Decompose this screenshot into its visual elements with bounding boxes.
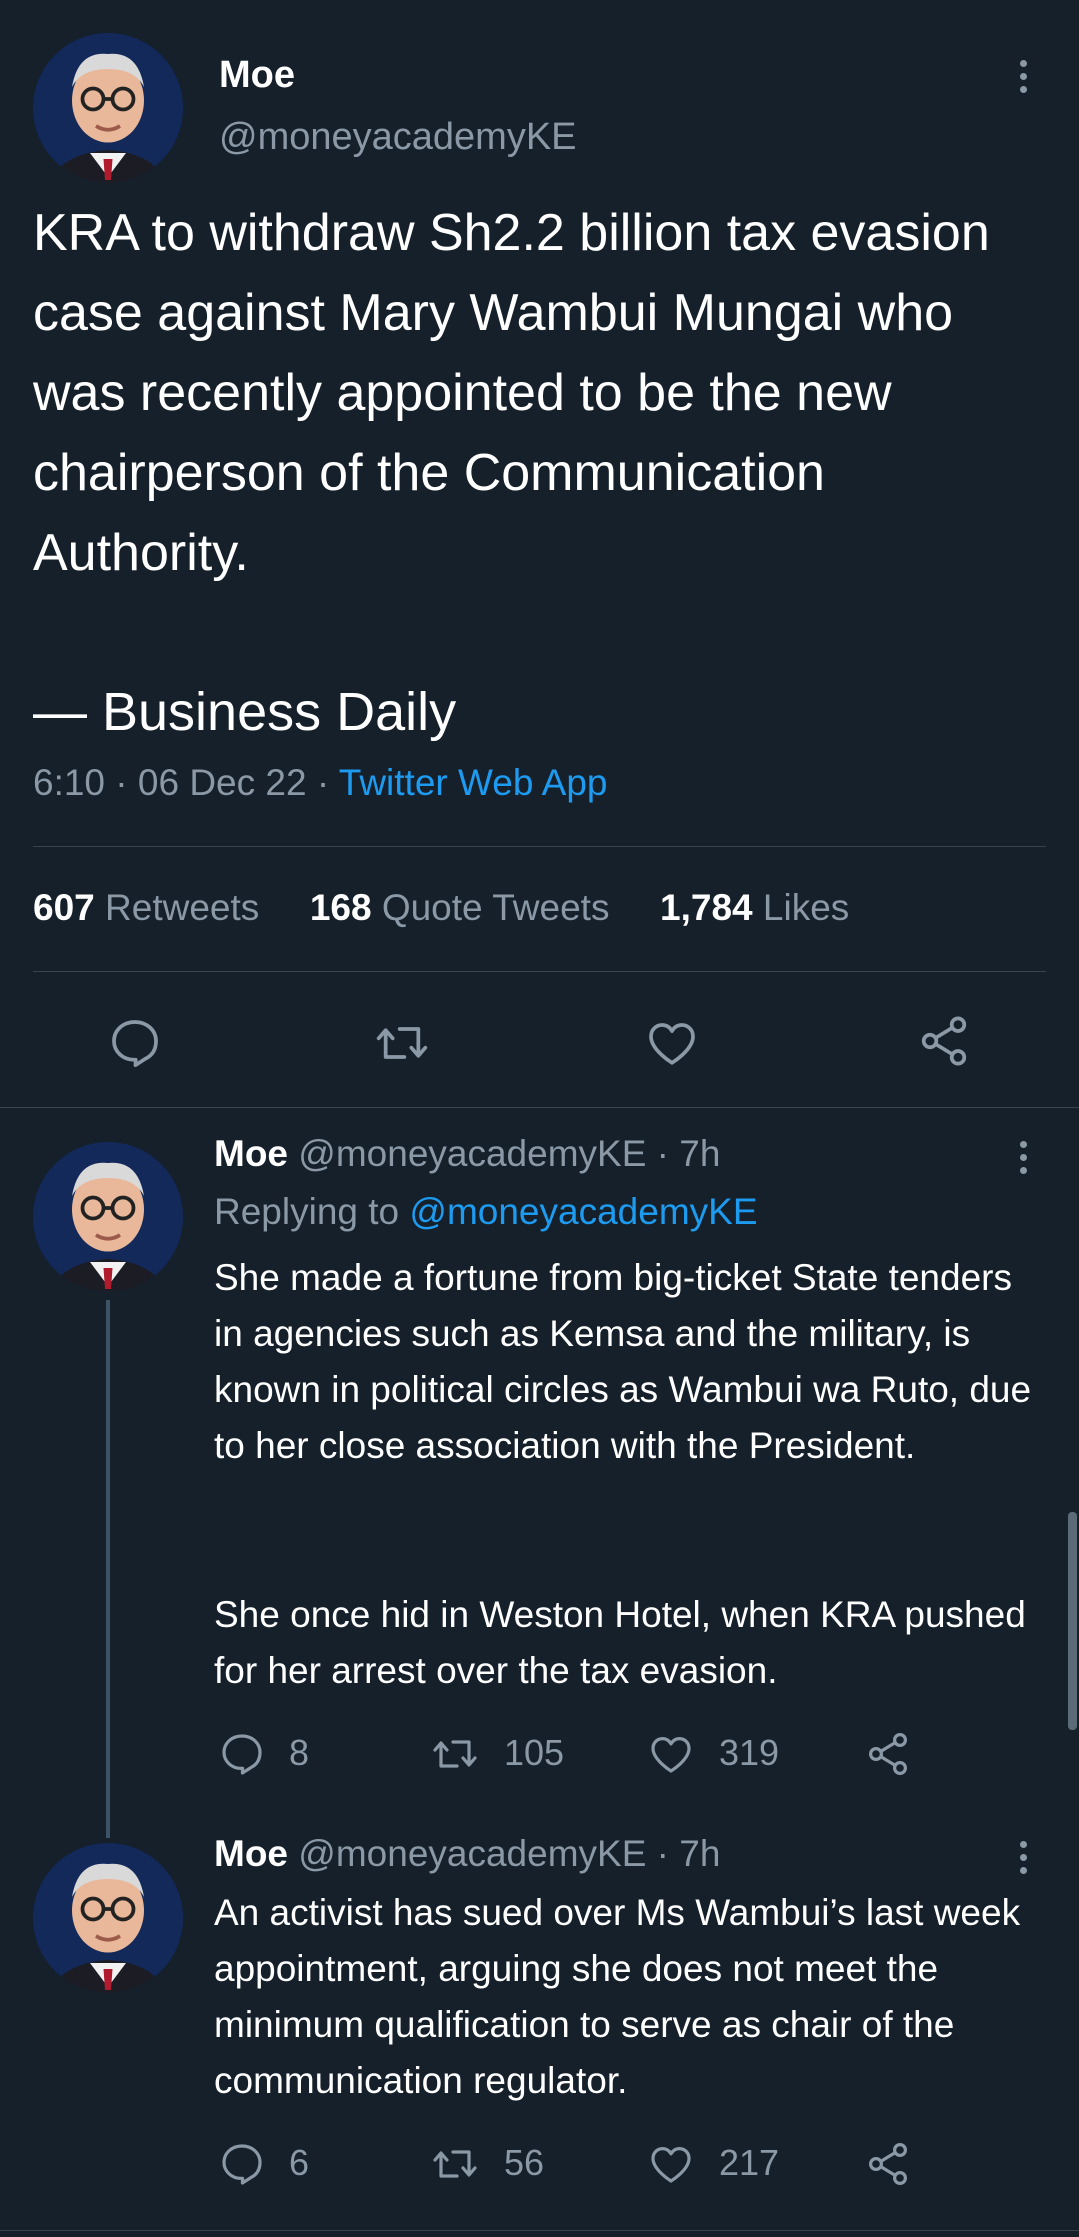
divider [33, 846, 1046, 847]
avatar[interactable] [33, 1843, 183, 1993]
author-name[interactable]: Moe [214, 1133, 288, 1174]
like-count: 319 [719, 1732, 780, 1773]
author-name[interactable]: Moe [219, 54, 295, 97]
author-handle[interactable]: @moneyacademyKE [219, 116, 577, 159]
profile-photo [33, 1142, 183, 1292]
likes-stat[interactable]: 1,784 Likes [660, 887, 849, 928]
reply-header: Moe @moneyacademyKE · 7h [214, 1833, 720, 1875]
quote-tweets-stat[interactable]: 168 Quote Tweets [310, 887, 610, 928]
tweet-client-link[interactable]: Twitter Web App [339, 762, 608, 803]
tweet-timestamp[interactable]: 6:10 · 06 Dec 22 · [33, 762, 339, 803]
share-icon[interactable] [864, 1728, 912, 1780]
replying-to-label: Replying to [214, 1191, 410, 1232]
quotes-count: 168 [309, 887, 372, 928]
reply-count: 6 [289, 2142, 310, 2183]
thread-line [106, 1300, 110, 1838]
like-count: 217 [719, 2142, 780, 2183]
share-icon[interactable] [916, 1011, 972, 1071]
tweet-meta: 6:10 · 06 Dec 22 · Twitter Web App [33, 762, 608, 804]
more-icon[interactable] [1017, 1841, 1029, 1880]
scrollbar[interactable] [1068, 1512, 1077, 1730]
more-icon[interactable] [1017, 1141, 1029, 1180]
retweet-icon[interactable] [429, 1730, 481, 1778]
likes-label: Likes [762, 887, 850, 928]
retweet-icon[interactable] [372, 1015, 432, 1071]
retweet-count: 56 [504, 2142, 545, 2183]
tweet-stats: 607 Retweets 168 Quote Tweets 1,784 Like… [33, 887, 849, 929]
more-icon[interactable] [1017, 60, 1029, 99]
reply-icon[interactable] [107, 1015, 163, 1071]
profile-photo [33, 33, 183, 183]
likes-count: 1,784 [660, 887, 753, 928]
reply-count: 8 [289, 1732, 310, 1773]
like-icon[interactable] [644, 1015, 700, 1071]
reply-header: Moe @moneyacademyKE · 7h [214, 1133, 720, 1175]
author-handle-time[interactable]: @moneyacademyKE · 7h [298, 1133, 720, 1174]
divider [33, 971, 1046, 972]
like-icon[interactable] [647, 2140, 695, 2188]
retweets-count: 607 [33, 887, 95, 928]
author-name[interactable]: Moe [214, 1833, 288, 1874]
tweet-text: KRA to withdraw Sh2.2 billion tax evasio… [33, 204, 990, 582]
quotes-label: Quote Tweets [381, 887, 610, 928]
share-icon[interactable] [864, 2138, 912, 2190]
author-handle-time[interactable]: @moneyacademyKE · 7h [298, 1833, 720, 1874]
like-icon[interactable] [647, 1730, 695, 1778]
divider [0, 2230, 1079, 2231]
retweet-icon[interactable] [429, 2140, 481, 2188]
retweet-count: 105 [504, 1732, 565, 1773]
replying-to: Replying to @moneyacademyKE [214, 1191, 758, 1233]
profile-photo [33, 1843, 183, 1993]
retweets-stat[interactable]: 607 Retweets [33, 887, 259, 928]
tweet-source-line: — Business Daily [33, 682, 457, 742]
avatar[interactable] [33, 1142, 183, 1292]
divider [0, 1107, 1079, 1108]
reply-text: An activist has sued over Ms Wambui’s la… [214, 1892, 1021, 2101]
reply-icon[interactable] [218, 2140, 266, 2188]
reply-icon[interactable] [218, 1730, 266, 1778]
retweets-label: Retweets [105, 887, 260, 928]
reply-text: She once hid in Weston Hotel, when KRA p… [214, 1594, 1026, 1691]
replying-to-handle[interactable]: @moneyacademyKE [409, 1191, 757, 1232]
avatar[interactable] [33, 33, 183, 183]
reply-text: She made a fortune from big-ticket State… [214, 1257, 1032, 1466]
